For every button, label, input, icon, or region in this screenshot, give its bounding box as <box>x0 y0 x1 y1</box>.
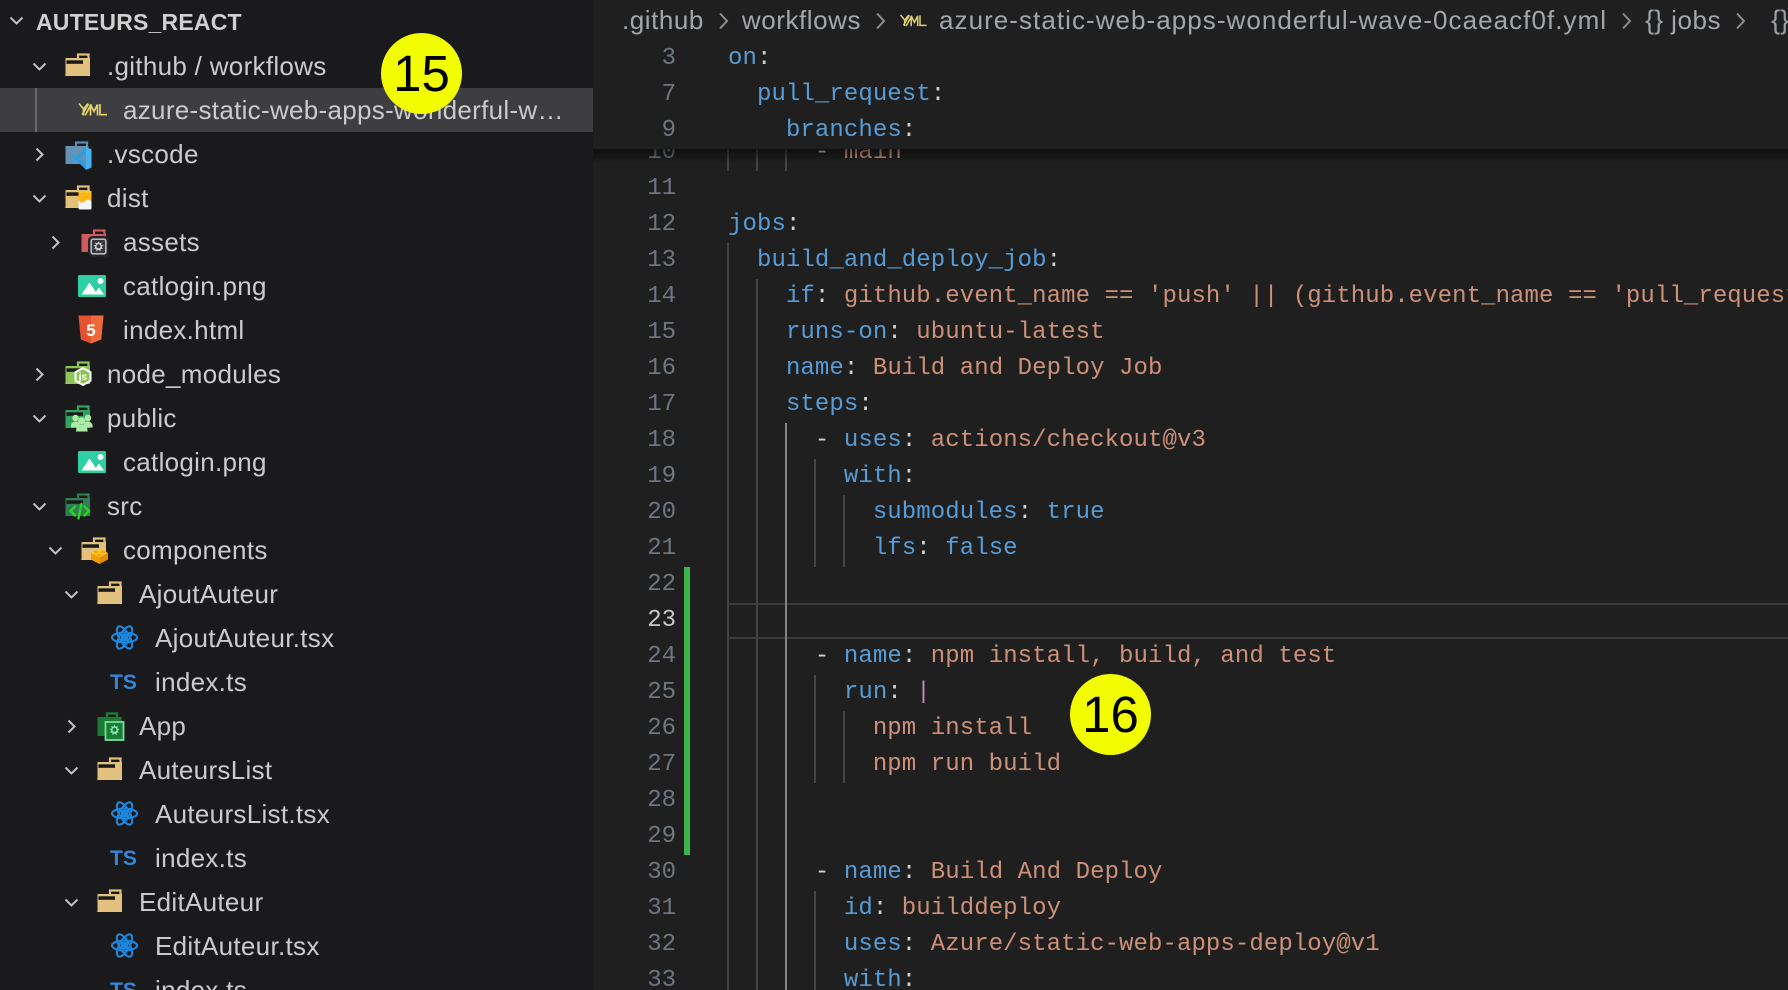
svg-text:5: 5 <box>86 321 95 340</box>
svg-text:TS: TS <box>110 979 137 990</box>
svg-text:TS: TS <box>110 671 137 693</box>
svg-text:js: js <box>78 371 88 383</box>
svg-text:TS: TS <box>110 847 137 869</box>
